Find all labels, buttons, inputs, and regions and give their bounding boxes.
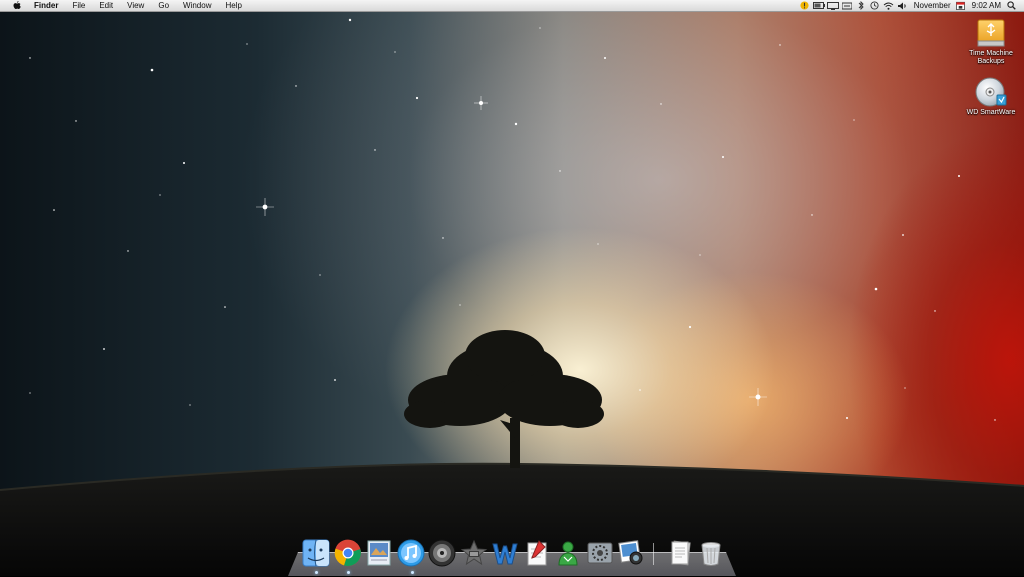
- battery-icon[interactable]: [812, 0, 826, 11]
- menu-app-name[interactable]: Finder: [27, 0, 65, 11]
- itunes-icon: [397, 539, 424, 567]
- warning-icon[interactable]: [798, 0, 812, 11]
- time-machine-icon[interactable]: [868, 0, 882, 11]
- search-icon[interactable]: [1004, 0, 1018, 11]
- desktop-icon-label: Time Machine: [969, 50, 1013, 57]
- desktop-icon-time-machine-backups[interactable]: Time Machine Backups: [956, 16, 1024, 66]
- iphoto-icon: [618, 540, 643, 565]
- dock-network[interactable]: [552, 537, 584, 569]
- external-drive-icon: [974, 16, 1008, 50]
- speaker-icon[interactable]: [896, 0, 910, 11]
- chrome-icon: [334, 539, 361, 567]
- preview-icon: [367, 540, 391, 566]
- wifi-icon[interactable]: [882, 0, 896, 11]
- volume-icon[interactable]: [840, 0, 854, 11]
- menu-edit[interactable]: Edit: [92, 0, 120, 11]
- dock-itunes[interactable]: [395, 537, 427, 569]
- bluetooth-icon[interactable]: [854, 0, 868, 11]
- dock-separator: [652, 543, 654, 565]
- dock-imovie[interactable]: [458, 537, 490, 569]
- dock-running-indicator: [411, 571, 414, 574]
- dock-running-indicator: [347, 571, 350, 574]
- system-preferences-icon: [587, 542, 612, 564]
- imovie-icon: [460, 539, 487, 566]
- trash-icon: [701, 542, 721, 566]
- desktop-icon-wd-smartware[interactable]: WD SmartWare: [956, 75, 1024, 117]
- script-editor-icon: [527, 540, 546, 566]
- tree-silhouette: [404, 330, 604, 468]
- dvd-player-icon: [428, 539, 456, 567]
- desktop-icon-label: WD SmartWare: [966, 109, 1016, 116]
- dock-preview[interactable]: [363, 537, 395, 569]
- network-icon: [558, 541, 578, 566]
- dock-finder[interactable]: [300, 537, 332, 569]
- dock-trash[interactable]: [695, 537, 727, 569]
- documents-stack-icon: [670, 540, 691, 566]
- display-icon[interactable]: [826, 0, 840, 11]
- dock-iphoto[interactable]: [615, 537, 647, 569]
- calendar-icon[interactable]: [954, 0, 968, 11]
- menubar-date[interactable]: November: [910, 0, 954, 11]
- apple-logo-icon[interactable]: [8, 0, 27, 11]
- menu-window[interactable]: Window: [176, 0, 218, 11]
- desktop-icon-label-line2: Backups: [977, 58, 1005, 65]
- dock-running-indicator: [315, 571, 318, 574]
- dock-system-preferences[interactable]: [584, 537, 616, 569]
- cd-disc-icon: [974, 75, 1008, 109]
- menu-file[interactable]: File: [65, 0, 92, 11]
- menu-bar: Finder File Edit View Go Window Help Nov…: [0, 0, 1024, 12]
- menu-help[interactable]: Help: [218, 0, 248, 11]
- menu-view[interactable]: View: [120, 0, 151, 11]
- word-icon: [492, 543, 518, 565]
- dock-chrome[interactable]: [332, 537, 364, 569]
- dock: [300, 535, 727, 569]
- dock-word[interactable]: [489, 537, 521, 569]
- menubar-time[interactable]: 9:02 AM: [968, 0, 1004, 11]
- menu-go[interactable]: Go: [151, 0, 176, 11]
- dock-script-editor[interactable]: [521, 537, 553, 569]
- finder-icon: [302, 539, 330, 567]
- dock-dvd-player[interactable]: [426, 537, 458, 569]
- dock-documents-stack[interactable]: [664, 537, 696, 569]
